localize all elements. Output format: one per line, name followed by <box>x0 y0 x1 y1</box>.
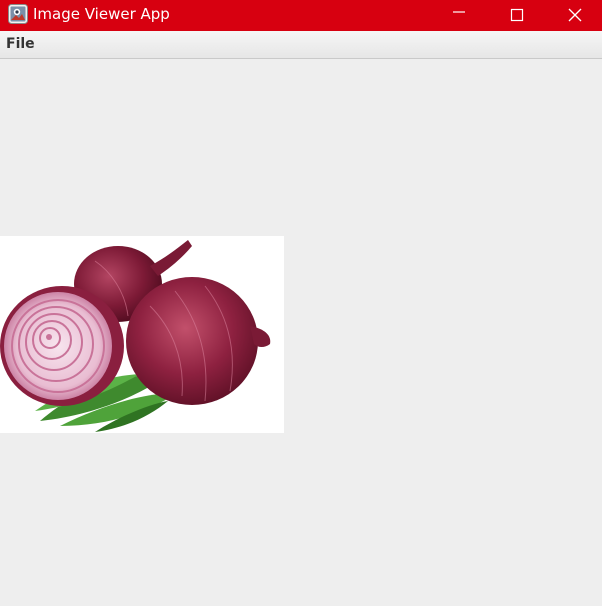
maximize-button[interactable] <box>488 0 546 31</box>
displayed-image <box>0 236 284 433</box>
app-image-icon <box>8 4 28 24</box>
front-onion-graphic <box>126 277 271 405</box>
title-bar[interactable]: Image Viewer App <box>0 0 602 31</box>
minimize-button[interactable] <box>430 0 488 31</box>
menu-file[interactable]: File <box>6 36 35 53</box>
menu-bar: File <box>0 31 602 59</box>
window-title: Image Viewer App <box>33 5 170 23</box>
close-icon <box>568 8 582 22</box>
minimize-icon <box>453 11 465 13</box>
close-button[interactable] <box>546 0 602 31</box>
app-window: Image Viewer App File <box>0 0 602 606</box>
cut-onion-graphic <box>0 286 124 406</box>
image-viewport <box>0 59 602 606</box>
maximize-icon <box>510 8 524 22</box>
